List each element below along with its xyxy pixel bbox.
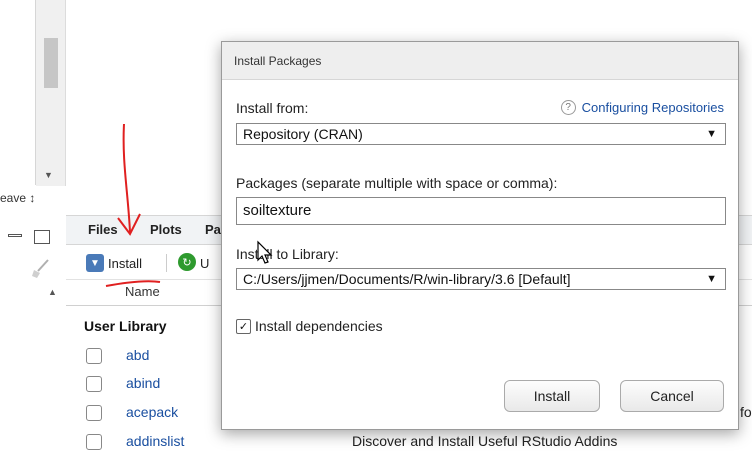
dropdown-arrow-icon: ▼: [706, 273, 717, 285]
minimize-pane-icon[interactable]: [8, 234, 22, 237]
editor-scrollbar[interactable]: [36, 0, 66, 186]
update-label[interactable]: U: [200, 256, 209, 271]
package-checkbox[interactable]: [86, 434, 102, 450]
mouse-cursor-icon: [257, 240, 273, 264]
package-name-link[interactable]: abd: [126, 347, 149, 363]
install-packages-dialog: Install Packages Install from: ? Configu…: [221, 41, 739, 430]
install-from-select[interactable]: Repository (CRAN) ▼: [236, 123, 726, 145]
package-description: Discover and Install Useful RStudio Addi…: [352, 433, 618, 449]
install-dependencies-option[interactable]: ✓ Install dependencies: [236, 318, 383, 334]
editor-pane-edge: [0, 0, 36, 185]
packages-label: Packages (separate multiple with space o…: [236, 175, 558, 191]
maximize-pane-icon[interactable]: [34, 230, 50, 244]
weave-selector[interactable]: eave ↕: [0, 188, 60, 208]
dialog-title: Install Packages: [222, 42, 738, 80]
library-label: Install to Library:: [236, 246, 339, 262]
package-checkbox[interactable]: [86, 405, 102, 421]
checkmark-icon[interactable]: ✓: [236, 318, 251, 334]
collapse-up-arrow-icon[interactable]: ▲: [48, 287, 57, 297]
tab-packages[interactable]: Pa: [205, 219, 221, 241]
library-value: C:/Users/jjmen/Documents/R/win-library/3…: [243, 271, 571, 287]
install-from-label: Install from:: [236, 100, 309, 116]
overflow-description-fragment: fo: [740, 404, 752, 420]
install-button[interactable]: Install: [504, 380, 600, 412]
dropdown-arrow-icon: ▼: [706, 128, 717, 140]
help-link-text: Configuring Repositories: [581, 100, 724, 115]
package-row: addinslist Discover and Install Useful R…: [84, 430, 752, 456]
package-checkbox[interactable]: [86, 376, 102, 392]
package-name-link[interactable]: addinslist: [126, 433, 184, 449]
install-dependencies-label: Install dependencies: [255, 318, 383, 334]
weave-arrows-icon: ↕: [29, 191, 36, 205]
broom-icon[interactable]: [30, 258, 52, 280]
install-from-value: Repository (CRAN): [243, 126, 363, 142]
editor-scrollbar-thumb[interactable]: [44, 38, 58, 88]
weave-label: eave: [0, 191, 27, 205]
cancel-button[interactable]: Cancel: [620, 380, 724, 412]
user-library-heading: User Library: [84, 318, 167, 334]
configuring-repositories-link[interactable]: ? Configuring Repositories: [560, 100, 724, 115]
package-checkbox[interactable]: [86, 348, 102, 364]
pane-window-controls: [0, 222, 66, 282]
packages-input[interactable]: soiltexture: [236, 197, 726, 225]
package-name-link[interactable]: acepack: [126, 404, 178, 420]
scroll-down-arrow-icon[interactable]: ▼: [44, 170, 53, 180]
library-select[interactable]: C:/Users/jjmen/Documents/R/win-library/3…: [236, 268, 726, 290]
package-name-link[interactable]: abind: [126, 375, 160, 391]
red-annotation-arrow-icon: [105, 123, 161, 287]
help-icon: ?: [560, 100, 576, 115]
